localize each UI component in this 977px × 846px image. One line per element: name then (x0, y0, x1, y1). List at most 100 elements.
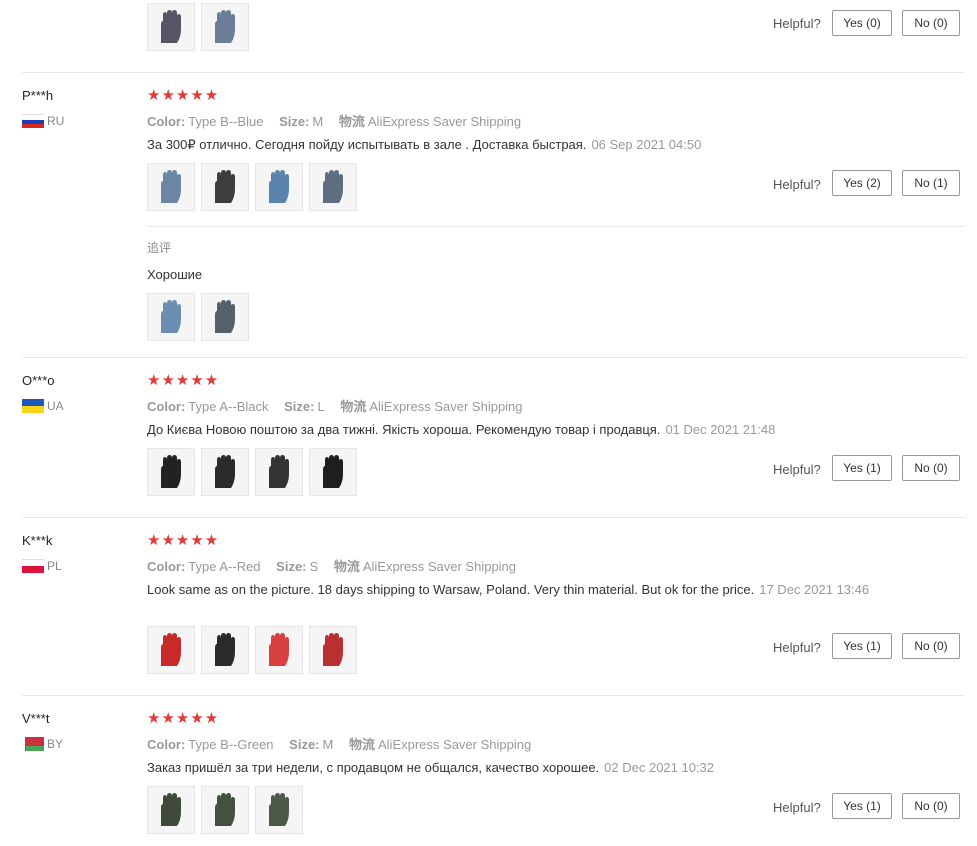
no-button[interactable]: No (0) (902, 793, 960, 819)
flag-by-icon (22, 737, 44, 751)
followup-label: 追评 (147, 241, 172, 255)
review-divider (22, 357, 965, 358)
review-photo[interactable] (147, 293, 195, 341)
review-text: Look same as on the picture. 18 days shi… (147, 582, 870, 597)
flag-ru-icon (22, 114, 44, 128)
attr-size: M (322, 737, 334, 752)
review-photo[interactable] (255, 786, 303, 834)
review-photo[interactable] (201, 626, 249, 674)
no-button[interactable]: No (0) (902, 633, 960, 659)
review-text: За 300₽ отлично. Сегодня пойду испытыват… (147, 137, 702, 152)
yes-button[interactable]: Yes (1) (832, 793, 892, 819)
rating-stars: ★★★★★ (147, 87, 220, 104)
glove-photo-icon (259, 452, 299, 492)
review-photo[interactable] (147, 448, 195, 496)
review-photos (147, 626, 363, 674)
reviewer-country: PL (22, 559, 62, 573)
glove-photo-icon (313, 167, 353, 207)
reviewer-name: K***k (22, 533, 53, 548)
review-photo[interactable] (147, 163, 195, 211)
flag-ua-icon (22, 399, 44, 413)
glove-photo-icon (205, 297, 245, 337)
attr-size: M (312, 114, 324, 129)
glove-photo-icon (151, 7, 191, 47)
country-code: PL (47, 559, 62, 573)
glove-photo-icon (205, 790, 245, 830)
glove-photo-icon (151, 790, 191, 830)
glove-photo-icon (151, 452, 191, 492)
country-code: UA (47, 399, 64, 413)
thumbs-top (147, 3, 255, 51)
attr-color: Type A--Black (188, 399, 269, 414)
glove-photo-icon (313, 452, 353, 492)
review-photo[interactable] (147, 626, 195, 674)
reviewer-name: O***o (22, 373, 55, 388)
review-divider (22, 517, 965, 518)
review-photo[interactable] (309, 448, 357, 496)
review-text: Заказ пришёл за три недели, с продавцом … (147, 760, 715, 775)
glove-photo-icon (151, 297, 191, 337)
review-photo[interactable] (201, 163, 249, 211)
review-photo[interactable] (255, 163, 303, 211)
review-photo[interactable] (147, 786, 195, 834)
glove-photo-icon (313, 630, 353, 670)
review-photo[interactable] (309, 163, 357, 211)
attr-size: L (317, 399, 325, 414)
attr-color: Type A--Red (188, 559, 261, 574)
review-attributes: Color: Type B--Blue Size: M 物流 AliExpress S… (147, 114, 522, 129)
review-divider (22, 72, 965, 73)
review-photos (147, 448, 363, 496)
review-attributes: Color: Type A--Black Size: L 物流 AliExpress … (147, 399, 523, 414)
rating-stars: ★★★★★ (147, 710, 220, 727)
glove-photo-icon (259, 630, 299, 670)
glove-photo-icon (205, 630, 245, 670)
glove-photo-icon (151, 167, 191, 207)
review-date: 01 Dec 2021 21:48 (665, 422, 776, 437)
attr-size: S (309, 559, 319, 574)
rating-stars: ★★★★★ (147, 532, 220, 549)
yes-button[interactable]: Yes (2) (832, 170, 892, 196)
attr-color: Type B--Green (188, 737, 274, 752)
review-photo[interactable] (201, 448, 249, 496)
no-button[interactable]: No (0) (902, 455, 960, 481)
helpful-label: Helpful? (773, 800, 821, 815)
helpful-label: Helpful? (773, 16, 821, 31)
reviewer-name: P***h (22, 88, 54, 103)
reviewer-country: RU (22, 114, 64, 128)
glove-photo-icon (205, 167, 245, 207)
yes-button[interactable]: Yes (1) (832, 455, 892, 481)
review-photo[interactable] (201, 786, 249, 834)
attr-shipping: AliExpress Saver Shipping (362, 559, 517, 574)
reviewer-name: V***t (22, 711, 50, 726)
no-button[interactable]: No (0) (902, 10, 960, 36)
attr-shipping: AliExpress Saver Shipping (367, 114, 522, 129)
yes-button[interactable]: Yes (0) (832, 10, 892, 36)
no-button[interactable]: No (1) (902, 170, 960, 196)
yes-button[interactable]: Yes (1) (832, 633, 892, 659)
followup-photos (147, 293, 255, 341)
followup-divider (147, 226, 965, 227)
reviewer-country: UA (22, 399, 64, 413)
reviewer-country: BY (22, 737, 63, 751)
review-photo[interactable] (255, 626, 303, 674)
review-photo[interactable] (147, 3, 195, 51)
review-photo[interactable] (309, 626, 357, 674)
review-date: 06 Sep 2021 04:50 (591, 137, 702, 152)
glove-photo-icon (205, 452, 245, 492)
review-attributes: Color: Type A--Red Size: S 物流 AliExpress Sa… (147, 559, 517, 574)
review-divider (22, 695, 965, 696)
review-photo[interactable] (201, 3, 249, 51)
review-photo[interactable] (201, 293, 249, 341)
glove-photo-icon (205, 7, 245, 47)
helpful-label: Helpful? (773, 640, 821, 655)
glove-photo-icon (259, 790, 299, 830)
helpful-label: Helpful? (773, 177, 821, 192)
glove-photo-icon (151, 630, 191, 670)
country-code: RU (47, 114, 65, 128)
attr-color: Type B--Blue (188, 114, 264, 129)
review-date: 02 Dec 2021 10:32 (604, 760, 715, 775)
review-date: 17 Dec 2021 13:46 (759, 582, 870, 597)
review-photo[interactable] (255, 448, 303, 496)
review-attributes: Color: Type B--Green Size: M 物流 AliExpress … (147, 737, 532, 752)
flag-pl-icon (22, 559, 44, 573)
